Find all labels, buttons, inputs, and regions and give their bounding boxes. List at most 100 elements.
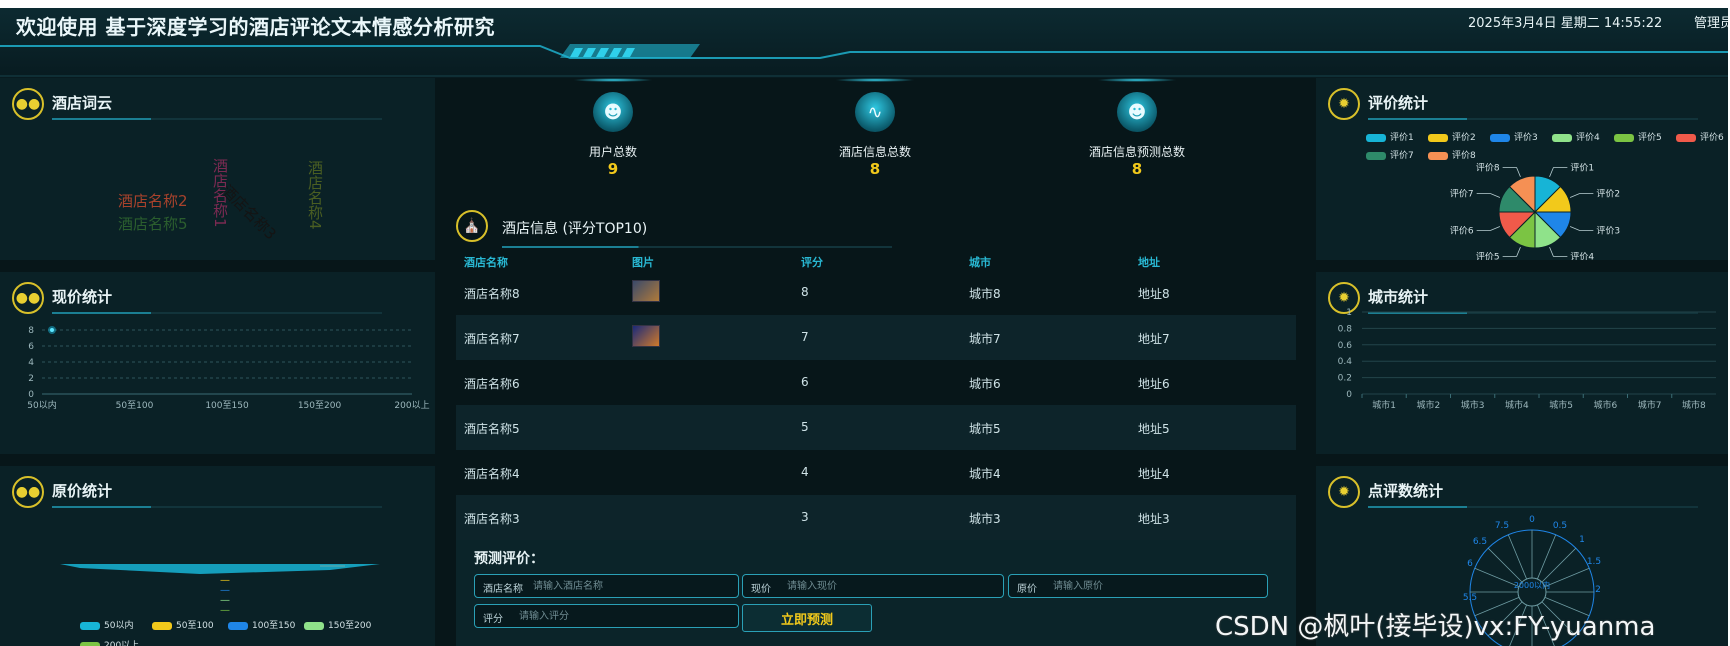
table-cell-name: 酒店名称8 [464, 287, 520, 301]
predict-title: 预测评价： [474, 551, 544, 567]
legend-label: 50以内 [104, 621, 134, 631]
legend-item[interactable]: 200以上 [80, 638, 139, 646]
y-tick-label: 0 [28, 390, 34, 400]
table-row: 酒店名称5 5 城市5 地址5 [456, 405, 1296, 450]
column-header: 酒店名称 [464, 256, 508, 269]
x-tick-label: 城市2 [1417, 399, 1441, 411]
legend-label: 100至150 [252, 621, 296, 631]
stat-card-hotels: ∿ 酒店信息总数 8 [830, 78, 920, 188]
x-tick-label: 100至150 [205, 400, 249, 411]
pie-slice-label: 评价8 [1476, 163, 1500, 174]
stat-label: 酒店信息总数 [838, 145, 911, 159]
table-cell-score: 8 [801, 285, 809, 299]
cloud-word: 酒店名称5 [118, 215, 188, 233]
table-row: 酒店名称7 7 城市7 地址7 [456, 315, 1296, 360]
price-now-input[interactable] [787, 578, 977, 594]
price-orig-input[interactable] [1053, 578, 1243, 594]
line-point[interactable] [50, 328, 54, 332]
radar-spoke [1474, 567, 1520, 588]
pie-callout: — [220, 605, 230, 616]
price-orig-field[interactable]: 原价 [1008, 574, 1268, 598]
user-menu[interactable]: 管理员 [1694, 12, 1728, 31]
hotel-icon: ⛪ [456, 210, 488, 242]
pie-label-line [1569, 193, 1594, 198]
table-cell-city: 城市5 [969, 422, 1001, 436]
legend-item[interactable]: 50以内 [80, 618, 133, 631]
table-cell-name: 酒店名称6 [464, 377, 520, 391]
pie-label-line [1569, 226, 1594, 231]
radar-tick-label: 7.5 [1495, 521, 1509, 531]
score-field[interactable]: 评分 [474, 604, 739, 628]
pie-slice-label: 评价6 [1450, 225, 1474, 236]
cloud-word: 酒店名称4 [306, 160, 324, 230]
pie-label-line [1549, 246, 1568, 257]
stat-label: 酒店信息预测总数 [1088, 145, 1185, 159]
field-label: 评分 [483, 614, 503, 625]
predict-button[interactable]: 立即预测 [742, 604, 872, 632]
pie-slice-label: 评价2 [1596, 189, 1620, 200]
table-cell-addr: 地址5 [1138, 422, 1170, 436]
wordcloud-title: 酒店词云 [52, 94, 113, 112]
field-label: 现价 [751, 584, 771, 595]
x-tick-label: 城市3 [1461, 399, 1485, 411]
legend-swatch [152, 621, 172, 630]
user-icon: ☻ [1117, 92, 1157, 132]
wordcloud-panel: ●● 酒店词云 酒店名称2 酒店名称5 酒店名称1 酒店名称3 酒店名称4 [0, 78, 435, 260]
dna-icon: ∿ [855, 92, 895, 132]
table-cell-name: 酒店名称4 [464, 467, 520, 481]
users-icon: ●● [12, 88, 44, 120]
legend-label: 200以上 [104, 641, 140, 646]
legend-swatch [80, 641, 100, 646]
page-title: 欢迎使用 基于深度学习的酒店评论文本情感分析研究 [16, 15, 495, 39]
table-cell-score: 4 [801, 465, 809, 479]
price-now-field[interactable]: 现价 [742, 574, 1004, 598]
score-input[interactable] [519, 608, 709, 624]
rating-pie-chart: 评价1 评价2 评价3 评价4 评价5 评价6 评价7 评价8 [1450, 163, 1620, 260]
stat-card-users: ☻ 用户总数 9 [568, 78, 658, 188]
legend-item[interactable]: 50至100 [152, 618, 214, 631]
user-add-icon: ☻ [593, 92, 633, 132]
stat-glow [835, 78, 915, 82]
y-tick-label: 0.6 [1338, 341, 1353, 351]
y-tick-label: 0.2 [1338, 374, 1352, 384]
radar-tick-label: 5.5 [1463, 593, 1477, 603]
table-cell-city: 城市6 [969, 377, 1001, 391]
legend-item[interactable]: 150至200 [304, 618, 371, 631]
x-tick-label: 城市7 [1638, 399, 1662, 411]
radar-tick-label: 6 [1467, 559, 1473, 569]
hotel-name-input[interactable] [533, 578, 723, 594]
table-row: 酒店名称3 3 城市3 地址3 [456, 495, 1296, 540]
radar-tick-label: 0.5 [1553, 521, 1567, 531]
pie-slice-label: 评价4 [1570, 251, 1594, 260]
stat-label: 用户总数 [588, 145, 637, 159]
hotel-table-title: 酒店信息 (评分TOP10) [502, 221, 648, 237]
y-tick-label: 4 [28, 358, 34, 368]
x-tick-label: 城市4 [1505, 399, 1529, 411]
y-tick-label: 0.8 [1338, 324, 1353, 334]
y-tick-label: 0 [1346, 390, 1352, 400]
stat-value: 9 [607, 160, 619, 178]
x-tick-label: 50以内 [27, 399, 56, 411]
x-tick-label: 城市1 [1372, 399, 1396, 411]
hotel-name-field[interactable]: 酒店名称 [474, 574, 739, 598]
x-tick-label: 200以上 [394, 400, 429, 411]
legend-item[interactable]: 100至150 [228, 618, 295, 631]
pie-label-line [1549, 167, 1568, 178]
header-bar: 欢迎使用 基于深度学习的酒店评论文本情感分析研究 2025年3月4日 星期二 1… [0, 8, 1728, 78]
table-row: 酒店名称4 4 城市4 地址4 [456, 450, 1296, 495]
hotel-thumbnail[interactable] [632, 280, 660, 302]
radar-tick-label: 1.5 [1587, 557, 1601, 567]
x-tick-label: 50至100 [116, 400, 154, 411]
table-cell-name: 酒店名称5 [464, 422, 520, 436]
field-label: 原价 [1017, 584, 1037, 595]
table-cell-addr: 地址4 [1138, 467, 1170, 481]
legend-swatch [80, 621, 100, 630]
panel-underline [52, 118, 382, 120]
radar-spoke [1541, 547, 1577, 583]
hotel-thumbnail[interactable] [632, 325, 660, 347]
watermark: CSDN @枫叶(接毕设)vx:FY-yuanma [1215, 612, 1656, 642]
table-cell-score: 7 [801, 330, 809, 344]
table-cell-city: 城市3 [969, 512, 1001, 526]
table-cell-addr: 地址3 [1138, 512, 1170, 526]
table-row: 酒店名称6 6 城市6 地址6 [456, 360, 1296, 405]
